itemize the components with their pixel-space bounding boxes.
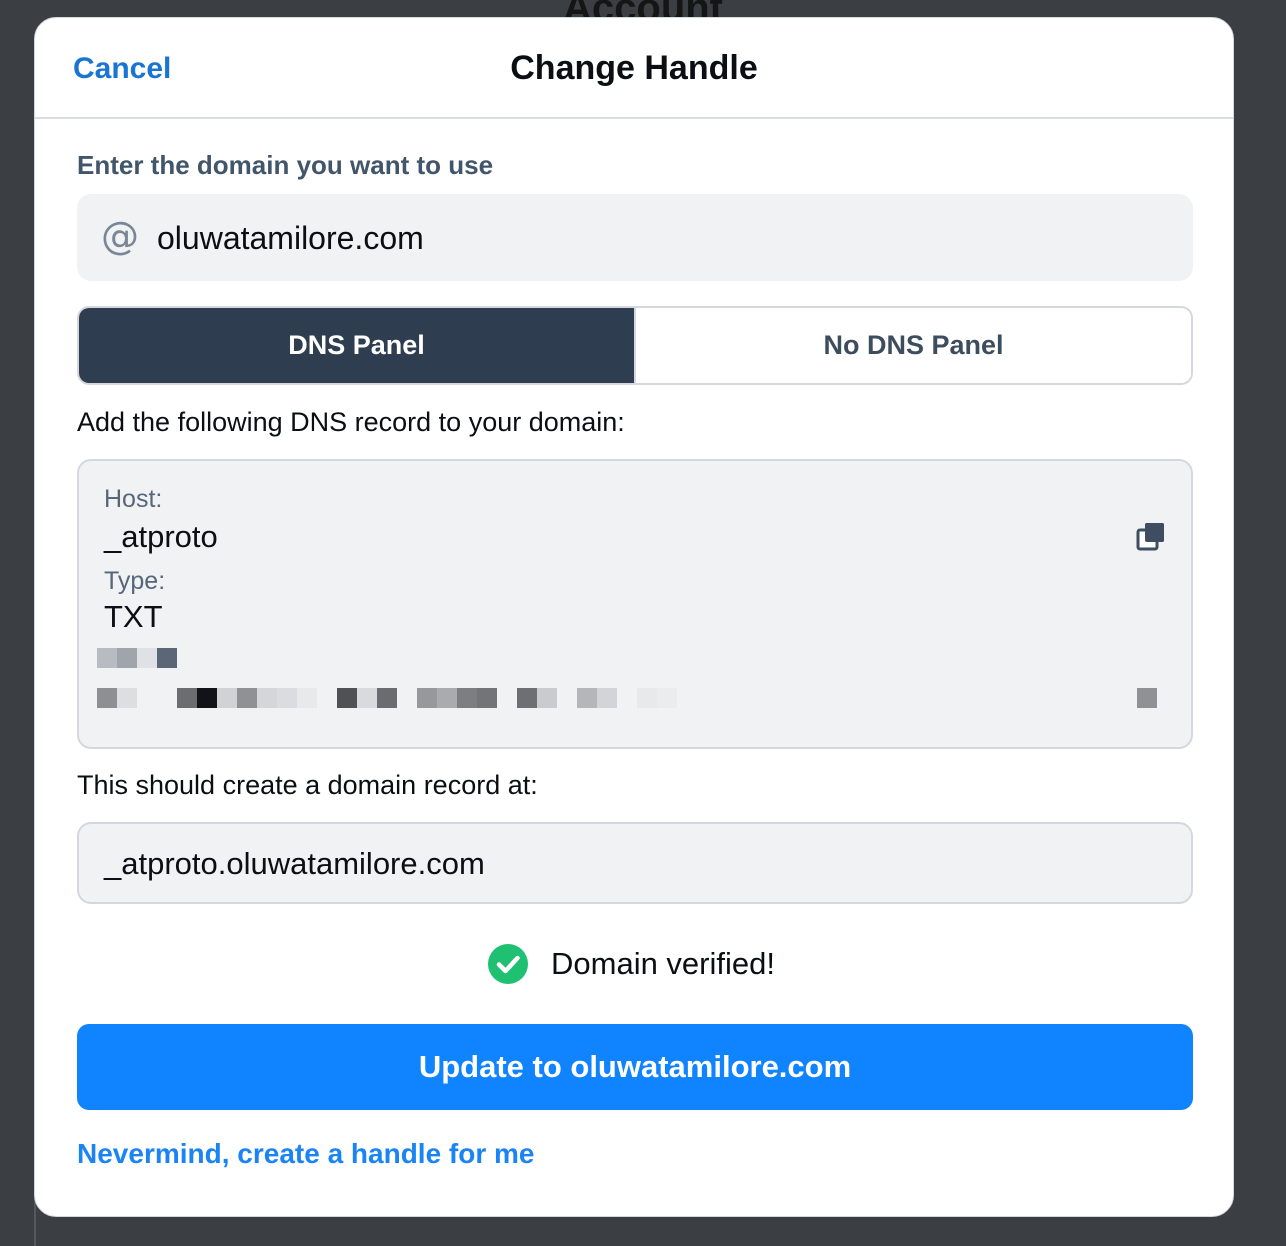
domain-input[interactable]: [157, 216, 1157, 260]
modal-header: Cancel Change Handle: [35, 18, 1233, 119]
type-value: TXT: [104, 599, 163, 634]
tab-no-dns-panel[interactable]: No DNS Panel: [634, 308, 1191, 383]
type-label: Type:: [104, 567, 166, 595]
change-handle-modal: Cancel Change Handle Enter the domain yo…: [34, 17, 1234, 1217]
check-circle-icon: [488, 944, 528, 984]
dns-instructions: Add the following DNS record to your dom…: [77, 407, 625, 437]
verification-status: Domain verified!: [487, 942, 775, 986]
host-value: _atproto: [104, 519, 218, 554]
copy-icon[interactable]: [1136, 521, 1166, 551]
host-label: Host:: [104, 485, 163, 513]
modal-title: Change Handle: [510, 49, 758, 87]
tab-dns-panel[interactable]: DNS Panel: [79, 308, 634, 383]
created-record-label: This should create a domain record at:: [77, 770, 538, 800]
create-handle-link[interactable]: Nevermind, create a handle for me: [77, 1138, 535, 1170]
domain-label: Enter the domain you want to use: [77, 150, 494, 180]
at-icon: @: [101, 214, 139, 258]
created-record-value: _atproto.oluwatamilore.com: [104, 846, 485, 881]
dns-record-box: Host: _atproto Type: TXT: [77, 459, 1193, 749]
verification-text: Domain verified!: [551, 946, 775, 981]
domain-input-container[interactable]: @: [77, 194, 1193, 281]
created-record-box: _atproto.oluwatamilore.com: [77, 822, 1193, 904]
dns-mode-toggle: DNS Panel No DNS Panel: [77, 306, 1193, 385]
background-divider: [34, 1200, 36, 1246]
update-handle-button[interactable]: Update to oluwatamilore.com: [77, 1024, 1193, 1110]
